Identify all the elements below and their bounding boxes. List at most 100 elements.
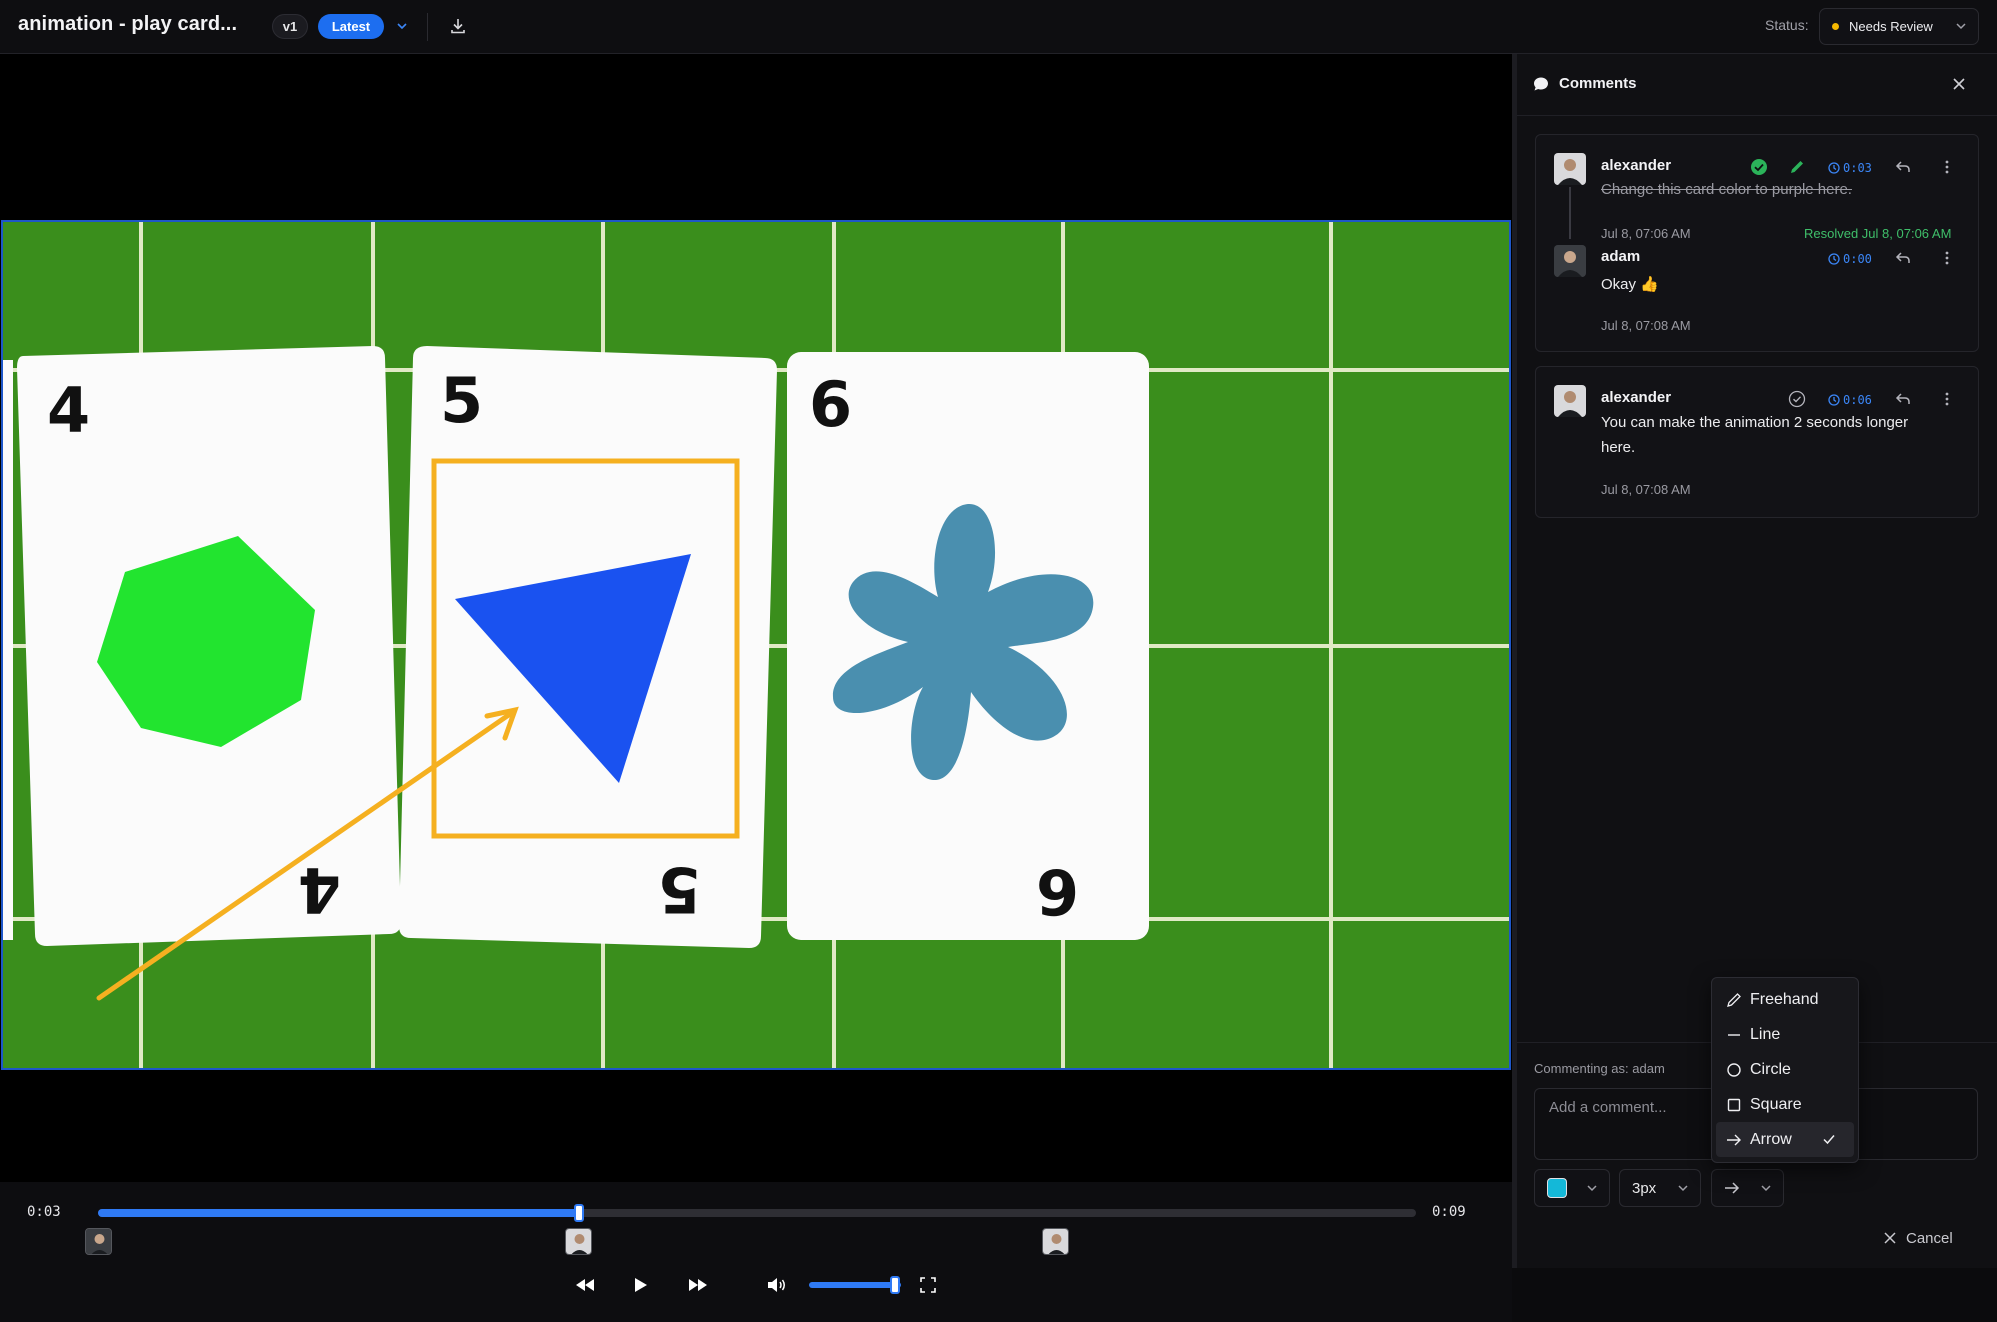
more-vertical-icon: [1945, 160, 1949, 174]
pencil-icon: [1791, 161, 1803, 173]
svg-text:6: 6: [809, 368, 852, 441]
comment-text-line: here.: [1601, 439, 1636, 456]
comment-bubble-icon: [1534, 77, 1548, 91]
comment-date: Jul 8, 07:08 AM: [1601, 482, 1691, 497]
clock-icon: [1828, 253, 1840, 265]
version-badge[interactable]: v1: [272, 14, 308, 39]
comment-more-button[interactable]: [1936, 156, 1958, 178]
seek-progress: [98, 1209, 580, 1217]
avatar-icon: [86, 1229, 111, 1254]
file-title: animation - play card...: [18, 13, 238, 35]
reply-button[interactable]: [1892, 156, 1914, 178]
arrow-right-icon: [1727, 1134, 1741, 1145]
stroke-width-value: 3px: [1632, 1179, 1657, 1197]
play-button[interactable]: [628, 1274, 654, 1296]
fast-forward-icon: [689, 1279, 707, 1291]
header-divider: [427, 13, 428, 41]
reply-button[interactable]: [1892, 388, 1914, 410]
menu-item-circle[interactable]: Circle: [1716, 1052, 1854, 1087]
card-5: 5 5: [399, 346, 777, 948]
menu-item-square[interactable]: Square: [1716, 1087, 1854, 1122]
comment-thread: alexander 0:03 Change this card color to…: [1535, 134, 1979, 352]
check-icon: [1823, 1135, 1835, 1145]
comment-timestamp[interactable]: 0:06: [1828, 393, 1872, 407]
comment-author: alexander: [1601, 157, 1672, 174]
reply-date: Jul 8, 07:08 AM: [1601, 318, 1691, 333]
timestamp-value: 0:03: [1843, 161, 1872, 175]
latest-badge[interactable]: Latest: [318, 14, 384, 39]
comment-more-button[interactable]: [1936, 388, 1958, 410]
svg-text:4: 4: [47, 374, 90, 447]
card-6: 6 6: [787, 352, 1149, 940]
comment-author: alexander: [1601, 389, 1672, 406]
check-circle-icon: [1788, 390, 1806, 408]
chevron-down-icon: [1956, 23, 1966, 30]
comment-more-button[interactable]: [1936, 247, 1958, 269]
rewind-button[interactable]: [572, 1274, 598, 1296]
play-icon: [635, 1278, 647, 1292]
svg-text:4: 4: [298, 853, 341, 926]
chevron-down-icon: [1678, 1185, 1688, 1192]
draw-tool-select[interactable]: [1711, 1169, 1784, 1207]
more-vertical-icon: [1945, 392, 1949, 406]
download-button[interactable]: [447, 15, 469, 37]
video-frame[interactable]: 4 4 5 5 6 6: [1, 220, 1511, 1070]
avatar-icon: [1043, 1229, 1068, 1254]
fast-forward-button[interactable]: [685, 1274, 711, 1296]
comment-marker[interactable]: [85, 1228, 112, 1255]
avatar: [1554, 153, 1586, 185]
timestamp-value: 0:06: [1843, 393, 1872, 407]
fullscreen-icon: [920, 1277, 936, 1293]
status-label: Status:: [1765, 17, 1809, 33]
svg-text:5: 5: [440, 364, 483, 437]
seek-handle[interactable]: [574, 1204, 585, 1222]
clock-icon: [1828, 162, 1840, 174]
close-comments-button[interactable]: [1949, 74, 1969, 94]
volume-icon: [768, 1278, 785, 1292]
close-icon: [1953, 78, 1965, 90]
status-dropdown[interactable]: Needs Review: [1819, 8, 1979, 45]
chevron-down-icon: [397, 23, 407, 30]
volume-slider[interactable]: [809, 1282, 901, 1288]
avatar: [1554, 245, 1586, 277]
menu-item-arrow[interactable]: Arrow: [1716, 1122, 1854, 1157]
reply-icon: [1895, 393, 1910, 404]
reply-icon: [1895, 252, 1910, 263]
menu-item-label: Circle: [1750, 1060, 1791, 1078]
resolved-toggle[interactable]: [1748, 156, 1770, 178]
reply-button[interactable]: [1892, 247, 1914, 269]
duration: 0:09: [1432, 1204, 1466, 1220]
version-dropdown-button[interactable]: [392, 16, 412, 36]
arrow-right-icon: [1725, 1182, 1740, 1194]
stroke-width-select[interactable]: 3px: [1619, 1169, 1701, 1207]
avatar-icon: [1554, 245, 1586, 277]
menu-item-label: Square: [1750, 1095, 1802, 1113]
current-time: 0:03: [27, 1204, 61, 1220]
color-picker[interactable]: [1534, 1169, 1610, 1207]
resolved-label: Resolved Jul 8, 07:06 AM: [1804, 226, 1952, 241]
comment-date: Jul 8, 07:06 AM: [1601, 226, 1691, 241]
video-canvas: 4 4 5 5 6 6: [3, 222, 1509, 1068]
chevron-down-icon: [1587, 1185, 1597, 1192]
comment-thread: alexander 0:06 You can make the animatio…: [1535, 366, 1979, 518]
menu-item-label: Arrow: [1750, 1130, 1792, 1148]
annotation-indicator[interactable]: [1786, 156, 1808, 178]
comment-marker[interactable]: [1042, 1228, 1069, 1255]
thread-connector: [1569, 187, 1571, 239]
comment-text-line: You can make the animation 2 seconds lon…: [1601, 414, 1909, 431]
volume-handle[interactable]: [890, 1276, 900, 1294]
mute-button[interactable]: [764, 1274, 790, 1296]
resolve-button[interactable]: [1786, 388, 1808, 410]
comment-marker[interactable]: [565, 1228, 592, 1255]
reply-timestamp[interactable]: 0:00: [1828, 252, 1872, 266]
fullscreen-button[interactable]: [915, 1274, 941, 1296]
comment-timestamp[interactable]: 0:03: [1828, 161, 1872, 175]
cancel-button[interactable]: Cancel: [1884, 1225, 1980, 1251]
menu-item-freehand[interactable]: Freehand: [1716, 982, 1854, 1017]
status-value: Needs Review: [1849, 19, 1933, 34]
menu-item-line[interactable]: Line: [1716, 1017, 1854, 1052]
reply-icon: [1895, 161, 1910, 172]
avatar-icon: [566, 1229, 591, 1254]
seek-bar[interactable]: [98, 1204, 1416, 1222]
circle-icon: [1727, 1062, 1741, 1077]
